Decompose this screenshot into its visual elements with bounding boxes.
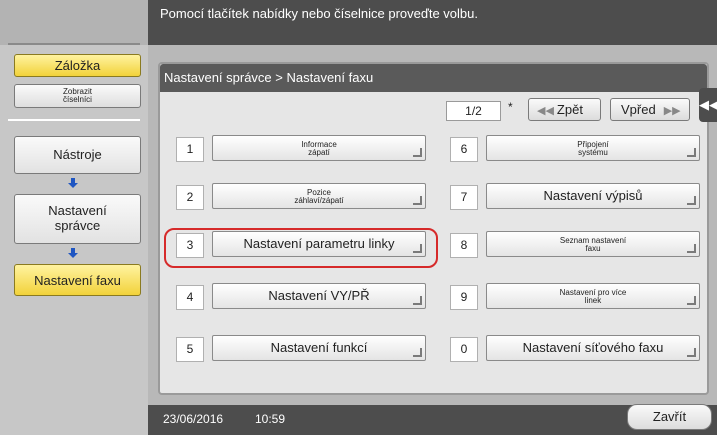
highlight-outline [164,228,438,268]
option-header-footer-position-button[interactable]: Pozice záhlaví/zápatí [212,183,426,209]
option-tx-rx-button[interactable]: Nastavení VY/PŘ [212,283,426,309]
fax-settings-button[interactable]: Nastavení faxu [14,264,141,296]
option-number: 2 [176,185,204,210]
back-button[interactable]: ◀◀ Zpět [528,98,601,121]
admin-label-2: správce [54,218,101,233]
star-marker: * [508,100,513,114]
option-number: 4 [176,285,204,310]
admin-settings-button[interactable]: Nastavení správce [14,194,141,244]
show-numbers-label-2: číselníci [63,95,92,104]
option-number: 0 [450,337,478,362]
option-number: 9 [450,285,478,310]
divider [8,43,140,45]
option-fax-settings-list-button[interactable]: Seznam nastavení faxu [486,231,700,257]
option-number: 5 [176,337,204,362]
forward-button[interactable]: Vpřed ▶▶ [610,98,690,121]
page-indicator: 1/2 [446,101,501,121]
tools-button[interactable]: Nástroje [14,136,141,174]
double-left-arrow-icon: ◀◀ [699,97,717,112]
option-number: 7 [450,185,478,210]
date-display: 23/06/2016 [163,412,224,426]
option-system-connection-button[interactable]: Připojení systému [486,135,700,161]
double-right-arrow-icon: ▶▶ [663,105,681,117]
instruction-message: Pomocí tlačítek nabídky nebo číselnice p… [160,6,478,21]
option-number: 6 [450,137,478,162]
option-multi-line-button[interactable]: Nastavení pro více linek [486,283,700,309]
time-display: 10:59 [255,412,286,426]
bookmark-button[interactable]: Záložka [14,54,141,77]
close-button[interactable]: Zavřít [627,404,712,430]
forward-label: Vpřed [621,102,656,117]
left-top-area [0,0,148,45]
admin-label-1: Nastavení [48,203,107,218]
show-numbers-button[interactable]: Zobrazit číselníci [14,84,141,108]
side-tab-button[interactable]: ◀◀ [699,88,717,122]
option-number: 8 [450,233,478,258]
breadcrumb: Nastavení správce > Nastavení faxu [164,70,374,85]
option-number: 1 [176,137,204,162]
double-left-arrow-icon: ◀◀ [537,105,554,117]
option-footer-info-button[interactable]: Informace zápatí [212,135,426,161]
back-label: Zpět [556,102,583,117]
option-network-fax-button[interactable]: Nastavení síťového faxu [486,335,700,361]
option-report-settings-button[interactable]: Nastavení výpisů [486,183,700,209]
option-function-settings-button[interactable]: Nastavení funkcí [212,335,426,361]
divider [8,119,140,121]
